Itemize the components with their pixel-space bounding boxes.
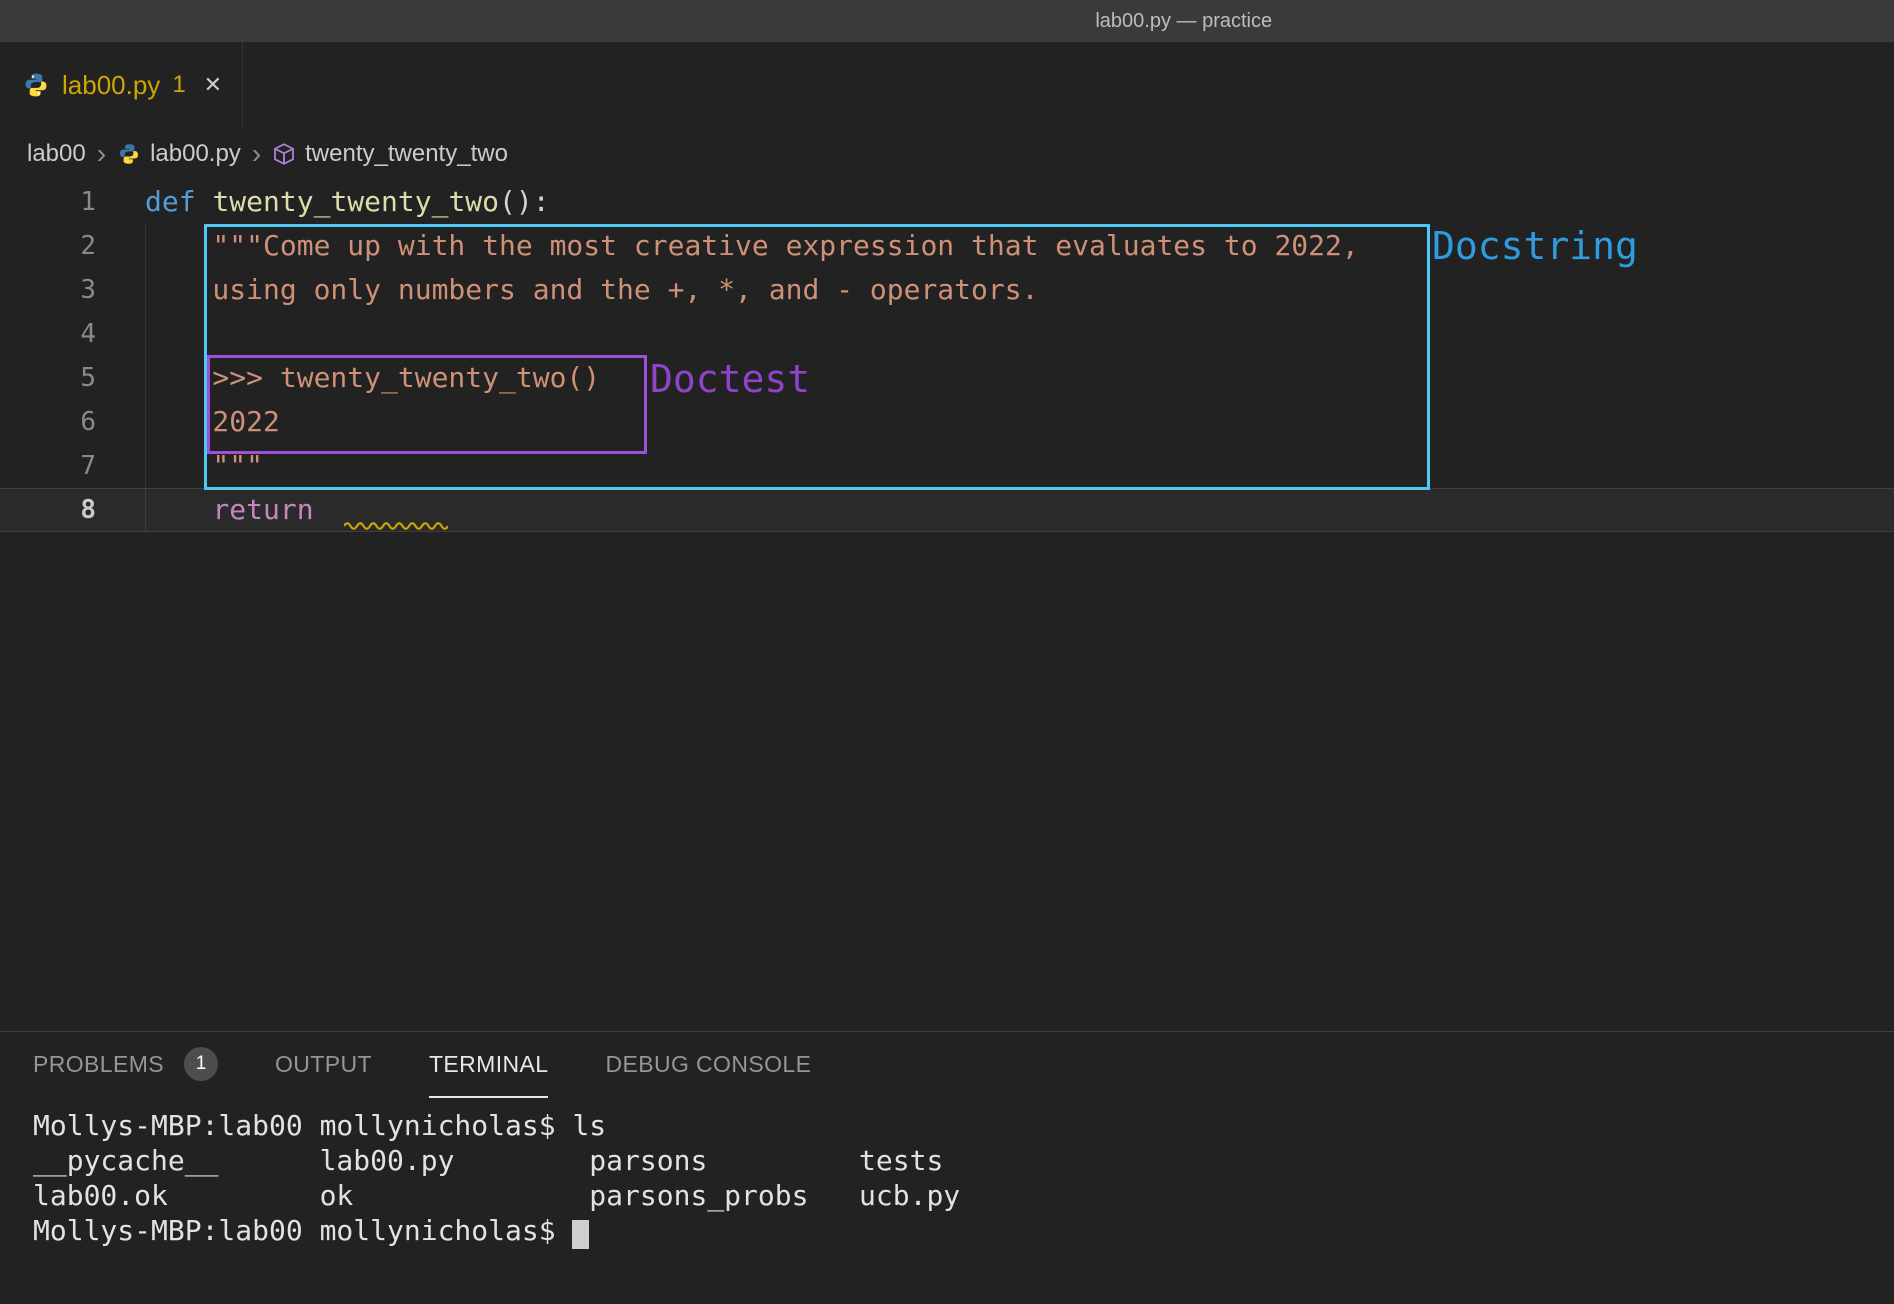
- panel-tab-label: OUTPUT: [275, 1051, 372, 1078]
- code-text[interactable]: def twenty_twenty_two():: [96, 180, 550, 224]
- panel-tab-label: TERMINAL: [429, 1051, 549, 1078]
- line-number: 3: [0, 268, 96, 312]
- line-number: 4: [0, 312, 96, 356]
- chevron-right-icon: ›: [95, 140, 108, 168]
- python-icon: [117, 142, 141, 166]
- docstring-annotation-label: Docstring: [1432, 224, 1638, 268]
- terminal-output[interactable]: Mollys-MBP:lab00 mollynicholas$ ls__pyca…: [33, 1108, 1894, 1248]
- line-number: 7: [0, 444, 96, 488]
- code-editor[interactable]: 1def twenty_twenty_two():2 """Come up wi…: [0, 180, 1894, 1031]
- terminal-line: Mollys-MBP:lab00 mollynicholas$ ls: [33, 1108, 1894, 1143]
- code-token: [196, 185, 213, 218]
- editor-line[interactable]: 1def twenty_twenty_two():: [0, 180, 1894, 224]
- doctest-annotation-label: Doctest: [650, 357, 810, 401]
- code-text[interactable]: """: [96, 444, 263, 488]
- breadcrumb-item-folder[interactable]: lab00: [27, 140, 86, 168]
- editor-line[interactable]: 4: [0, 312, 1894, 356]
- window-title: lab00.py — practice: [1095, 0, 1272, 42]
- code-token: using only numbers and the +, *, and - o…: [145, 273, 1038, 306]
- python-icon: [22, 71, 50, 99]
- line-number: 6: [0, 400, 96, 444]
- editor-line[interactable]: 5 >>> twenty_twenty_two(): [0, 356, 1894, 400]
- terminal-line: lab00.ok ok parsons_probs ucb.py: [33, 1178, 1894, 1213]
- line-number: 8: [0, 488, 96, 532]
- panel-tab-label: PROBLEMS: [33, 1051, 164, 1078]
- tab-problem-count: 1: [172, 71, 185, 99]
- breadcrumb-item-file[interactable]: lab00.py: [150, 140, 241, 168]
- bottom-panel: PROBLEMS 1 OUTPUT TERMINAL DEBUG CONSOLE Mol…: [0, 1031, 1894, 1304]
- code-text[interactable]: """Come up with the most creative expres…: [96, 224, 1359, 268]
- editor-line[interactable]: 3 using only numbers and the +, *, and -…: [0, 268, 1894, 312]
- code-token: return: [212, 493, 313, 526]
- terminal-line: Mollys-MBP:lab00 mollynicholas$: [33, 1213, 1894, 1248]
- close-icon[interactable]: ✕: [204, 72, 222, 98]
- code-text[interactable]: [96, 312, 145, 356]
- panel-tab-terminal[interactable]: TERMINAL: [429, 1032, 549, 1098]
- code-token: """: [145, 449, 263, 482]
- code-token: """Come up with the most creative expres…: [145, 229, 1359, 262]
- tab-label: lab00.py: [62, 70, 160, 101]
- tab-bar: lab00.py 1 ✕: [0, 42, 1894, 128]
- terminal-line: __pycache__ lab00.py parsons tests: [33, 1143, 1894, 1178]
- panel-tab-label: DEBUG CONSOLE: [605, 1051, 811, 1078]
- window-title-bar[interactable]: lab00.py — practice: [0, 0, 1894, 42]
- code-token: [145, 493, 212, 526]
- code-token: twenty_twenty_two: [212, 185, 499, 218]
- tab-lab00py[interactable]: lab00.py 1 ✕: [0, 42, 243, 128]
- line-number: 5: [0, 356, 96, 400]
- code-text[interactable]: 2022: [96, 400, 280, 444]
- terminal-cursor: [572, 1220, 589, 1249]
- warning-squiggle: [344, 520, 448, 530]
- editor-line[interactable]: 8 return: [0, 488, 1894, 532]
- problems-count-badge: 1: [184, 1047, 218, 1081]
- chevron-right-icon: ›: [250, 140, 263, 168]
- code-text[interactable]: using only numbers and the +, *, and - o…: [96, 268, 1038, 312]
- code-token: [314, 493, 331, 526]
- line-number: 2: [0, 224, 96, 268]
- symbol-cube-icon: [272, 142, 296, 166]
- panel-tab-problems[interactable]: PROBLEMS 1: [33, 1032, 218, 1098]
- code-token: >>> twenty_twenty_two(): [145, 361, 600, 394]
- vscode-window: lab00.py — practice lab00.py 1 ✕ lab00 ›: [0, 0, 1894, 1304]
- line-number: 1: [0, 180, 96, 224]
- code-token: 2022: [145, 405, 280, 438]
- code-text[interactable]: return: [96, 488, 330, 532]
- code-text[interactable]: >>> twenty_twenty_two(): [96, 356, 600, 400]
- editor-line[interactable]: 6 2022: [0, 400, 1894, 444]
- panel-tab-output[interactable]: OUTPUT: [275, 1032, 372, 1098]
- code-token: def: [145, 185, 196, 218]
- breadcrumb: lab00 › lab00.py › twenty_twenty_two: [0, 128, 508, 180]
- editor-line[interactable]: 7 """: [0, 444, 1894, 488]
- code-token: ():: [499, 185, 550, 218]
- panel-tab-bar: PROBLEMS 1 OUTPUT TERMINAL DEBUG CONSOLE: [0, 1032, 1894, 1098]
- panel-tab-debug-console[interactable]: DEBUG CONSOLE: [605, 1032, 811, 1098]
- breadcrumb-item-symbol[interactable]: twenty_twenty_two: [305, 140, 508, 168]
